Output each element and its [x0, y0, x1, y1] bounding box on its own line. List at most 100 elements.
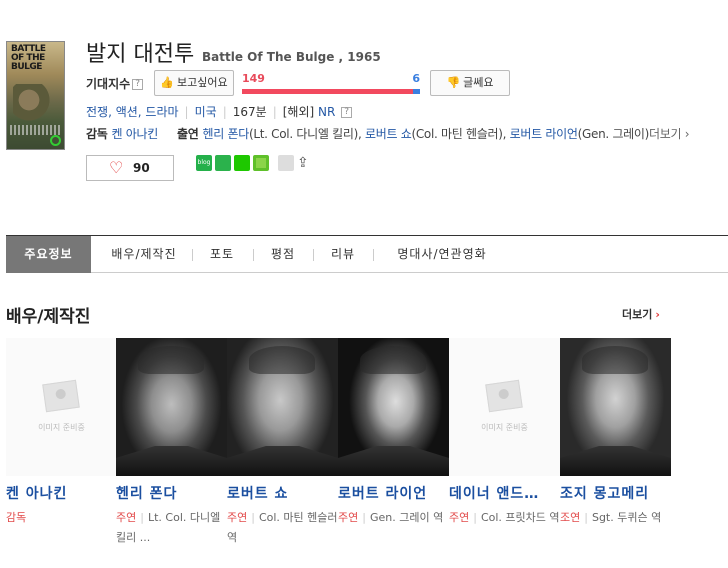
movie-poster[interactable]: BATTLE OF THE BULGE — [6, 41, 65, 150]
divider: | — [584, 511, 588, 524]
expectation-rating: 기대지수? 👍 보고싶어요 149 6 👎 글쎄요 — [86, 70, 526, 96]
person-name[interactable]: 로버트 라이언 — [338, 483, 449, 503]
tab-cast-crew[interactable]: 배우/제작진 — [100, 236, 188, 273]
tab-rating[interactable]: 평점 — [257, 236, 309, 273]
memo-share-icon[interactable] — [253, 155, 269, 171]
expectation-label: 기대지수? — [86, 75, 144, 92]
tab-review[interactable]: 리뷰 — [317, 236, 369, 273]
hate-count: 6 — [412, 72, 420, 85]
person-name[interactable]: 로버트 쇼 — [227, 483, 338, 503]
grade-prefix: [해외] — [282, 105, 315, 119]
photo-hair — [138, 346, 204, 374]
more-link[interactable]: 더보기 › — [622, 306, 660, 322]
director-label: 감독 — [86, 127, 108, 141]
person-photo[interactable] — [116, 338, 227, 476]
person-card[interactable]: 이미지 준비중 켄 아나킨 감독 — [6, 338, 117, 528]
movie-title: 발지 대전투 — [86, 42, 195, 67]
cast-link[interactable]: 헨리 폰다 — [202, 127, 249, 141]
credits-row: 감독 켄 아나킨 출연 헨리 폰다(Lt. Col. 다니엘 킬리), 로버트 쇼(… — [86, 125, 690, 142]
cast-link[interactable]: 로버트 라이언 — [510, 127, 578, 141]
zoom-icon[interactable] — [50, 135, 61, 146]
tab-divider — [313, 249, 314, 261]
role-kind: 주연 — [449, 511, 470, 524]
tab-bar: 주요정보 배우/제작진 포토 평점 리뷰 명대사/연관영화 — [6, 235, 728, 273]
image-placeholder-icon — [485, 379, 523, 413]
cast-role: (Gen. 그레이) — [577, 127, 650, 141]
photo-hair — [360, 346, 426, 374]
poster-credits — [10, 125, 61, 135]
movie-info: 전쟁, 액션, 드라마 | 미국 | 167분 | [해외] NR ? — [86, 103, 353, 120]
gauge-bar — [242, 89, 420, 94]
country-link[interactable]: 미국 — [195, 105, 217, 119]
grade-link[interactable]: NR — [318, 105, 335, 119]
character-name: Sgt. 두퀴슨 역 — [591, 511, 662, 524]
chevron-right-icon: › — [655, 308, 660, 321]
person-card[interactable]: 로버트 쇼 주연 | Col. 마틴 헨슬러 역 — [227, 338, 338, 548]
thumbs-up-icon: 👍 — [160, 76, 175, 89]
section-title: 배우/제작진 — [6, 307, 91, 327]
like-button[interactable]: ♡ 90 — [86, 155, 174, 181]
tab-quotes-related[interactable]: 명대사/연관영화 — [377, 236, 507, 273]
role-kind: 주연 — [227, 511, 248, 524]
poster-title: BATTLE OF THE BULGE — [11, 44, 46, 72]
director-link[interactable]: 켄 아나킨 — [111, 127, 158, 141]
cast-link[interactable]: 로버트 쇼 — [365, 127, 412, 141]
photo-hair — [249, 346, 315, 374]
role-kind: 주연 — [338, 511, 359, 524]
help-icon[interactable]: ? — [341, 107, 353, 118]
genre-links[interactable]: 전쟁, 액션, 드라마 — [86, 105, 179, 119]
chevron-right-icon: › — [681, 127, 690, 141]
image-placeholder-icon — [42, 379, 80, 413]
photo-suit — [227, 446, 338, 476]
person-photo[interactable] — [560, 338, 671, 476]
role-kind: 감독 — [6, 511, 27, 524]
help-icon[interactable]: ? — [132, 79, 144, 90]
person-photo-placeholder[interactable]: 이미지 준비중 — [6, 338, 117, 476]
blog-share-icon[interactable]: blog — [196, 155, 212, 171]
cast-label: 출연 — [177, 127, 199, 141]
divider: | — [184, 105, 189, 119]
not-sure-button[interactable]: 👎 글쎄요 — [430, 70, 510, 96]
person-card[interactable]: 헨리 폰다 주연 | Lt. Col. 다니엘 킬리 ... — [116, 338, 227, 548]
placeholder-text: 이미지 준비중 — [38, 423, 85, 432]
movie-title-english: Battle Of The Bulge , 1965 — [202, 50, 381, 64]
person-name[interactable]: 헨리 폰다 — [116, 483, 227, 503]
person-card[interactable]: 조지 몽고메리 조연 | Sgt. 두퀴슨 역 — [560, 338, 671, 528]
person-photo-placeholder[interactable]: 이미지 준비중 — [449, 338, 560, 476]
person-role: 주연 | Col. 마틴 헨슬러 역 — [227, 508, 338, 548]
tab-photo[interactable]: 포토 — [196, 236, 248, 273]
photo-suit — [338, 446, 449, 476]
divider: | — [251, 511, 255, 524]
cafe-share-icon[interactable] — [215, 155, 231, 171]
runtime: 167분 — [232, 105, 267, 119]
role-kind: 주연 — [116, 511, 137, 524]
expectation-gauge: 149 6 — [242, 72, 420, 96]
person-photo[interactable] — [338, 338, 449, 476]
photo-suit — [560, 446, 671, 476]
person-photo[interactable] — [227, 338, 338, 476]
divider — [278, 155, 294, 171]
divider: | — [140, 511, 144, 524]
character-name: Gen. 그레이 역 — [369, 511, 444, 524]
person-name[interactable]: 조지 몽고메리 — [560, 483, 671, 503]
person-name[interactable]: 데이너 앤드… — [449, 483, 560, 503]
person-card[interactable]: 이미지 준비중 데이너 앤드… 주연 | Col. 프릿차드 역 — [449, 338, 560, 528]
person-name[interactable]: 켄 아나킨 — [6, 483, 117, 503]
want-to-see-button[interactable]: 👍 보고싶어요 — [154, 70, 234, 96]
like-count: 90 — [133, 161, 150, 175]
share-external-icon[interactable]: ⇪ — [297, 155, 313, 171]
more-cast-link[interactable]: 더보기 — [649, 127, 682, 141]
person-role: 주연 | Lt. Col. 다니엘 킬리 ... — [116, 508, 227, 548]
person-card[interactable]: 로버트 라이언 주연 | Gen. 그레이 역 — [338, 338, 449, 528]
tab-main-info[interactable]: 주요정보 — [6, 236, 91, 273]
movie-title-row: 발지 대전투 Battle Of The Bulge , 1965 — [86, 36, 381, 67]
person-role: 조연 | Sgt. 두퀴슨 역 — [560, 508, 671, 528]
photo-hair — [582, 346, 648, 374]
divider: | — [272, 105, 277, 119]
share-bar: blog ⇪ — [196, 155, 316, 173]
bookmark-share-icon[interactable] — [234, 155, 250, 171]
want-count: 149 — [242, 72, 265, 85]
character-name: Col. 프릿차드 역 — [480, 511, 560, 524]
divider: | — [362, 511, 366, 524]
role-kind: 조연 — [560, 511, 581, 524]
